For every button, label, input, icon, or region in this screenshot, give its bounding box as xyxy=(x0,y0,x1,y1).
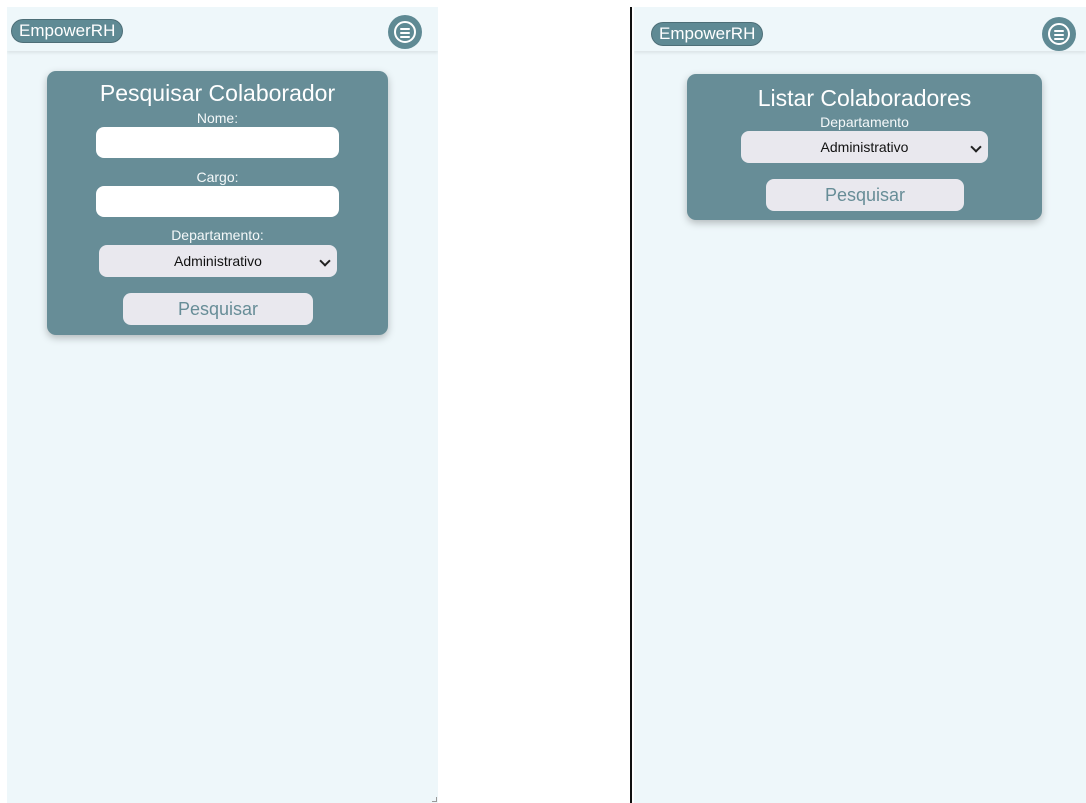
top-navbar: EmpowerRH xyxy=(7,7,438,51)
departamento-select[interactable]: Administrativo xyxy=(741,131,988,163)
app-logo[interactable]: EmpowerRH xyxy=(12,20,123,42)
resize-grip-icon[interactable] xyxy=(432,797,437,802)
menu-button[interactable] xyxy=(1042,17,1076,51)
nome-input[interactable] xyxy=(96,127,339,158)
search-employee-screen: EmpowerRH Pesquisar Colaborador Nome: Ca… xyxy=(7,7,438,803)
departamento-select[interactable]: Administrativo xyxy=(99,245,337,277)
app-logo[interactable]: EmpowerRH xyxy=(652,23,763,45)
menu-button[interactable] xyxy=(388,15,422,49)
card-title: Pesquisar Colaborador xyxy=(99,80,336,106)
departamento-label: Departamento: xyxy=(171,227,264,243)
pesquisar-button[interactable]: Pesquisar xyxy=(766,179,964,211)
nome-label: Nome: xyxy=(196,110,239,126)
departamento-selected-value: Administrativo xyxy=(820,139,909,155)
departamento-label: Departamento xyxy=(820,114,909,130)
search-employee-card: Pesquisar Colaborador Nome: Cargo: Depar… xyxy=(47,71,388,335)
hamburger-circle-icon xyxy=(394,21,416,43)
chevron-down-icon xyxy=(319,255,331,267)
card-title: Listar Colaboradores xyxy=(757,85,972,111)
departamento-selected-value: Administrativo xyxy=(174,253,262,269)
pesquisar-button[interactable]: Pesquisar xyxy=(123,293,313,325)
list-employees-card: Listar Colaboradores Departamento Admini… xyxy=(687,74,1042,220)
top-navbar: EmpowerRH xyxy=(634,7,1086,51)
screen-divider xyxy=(630,7,632,803)
cargo-input[interactable] xyxy=(96,186,339,217)
chevron-down-icon xyxy=(970,141,982,153)
cargo-label: Cargo: xyxy=(196,169,239,185)
hamburger-circle-icon xyxy=(1048,23,1070,45)
list-employees-screen: EmpowerRH Listar Colaboradores Departame… xyxy=(634,7,1086,803)
